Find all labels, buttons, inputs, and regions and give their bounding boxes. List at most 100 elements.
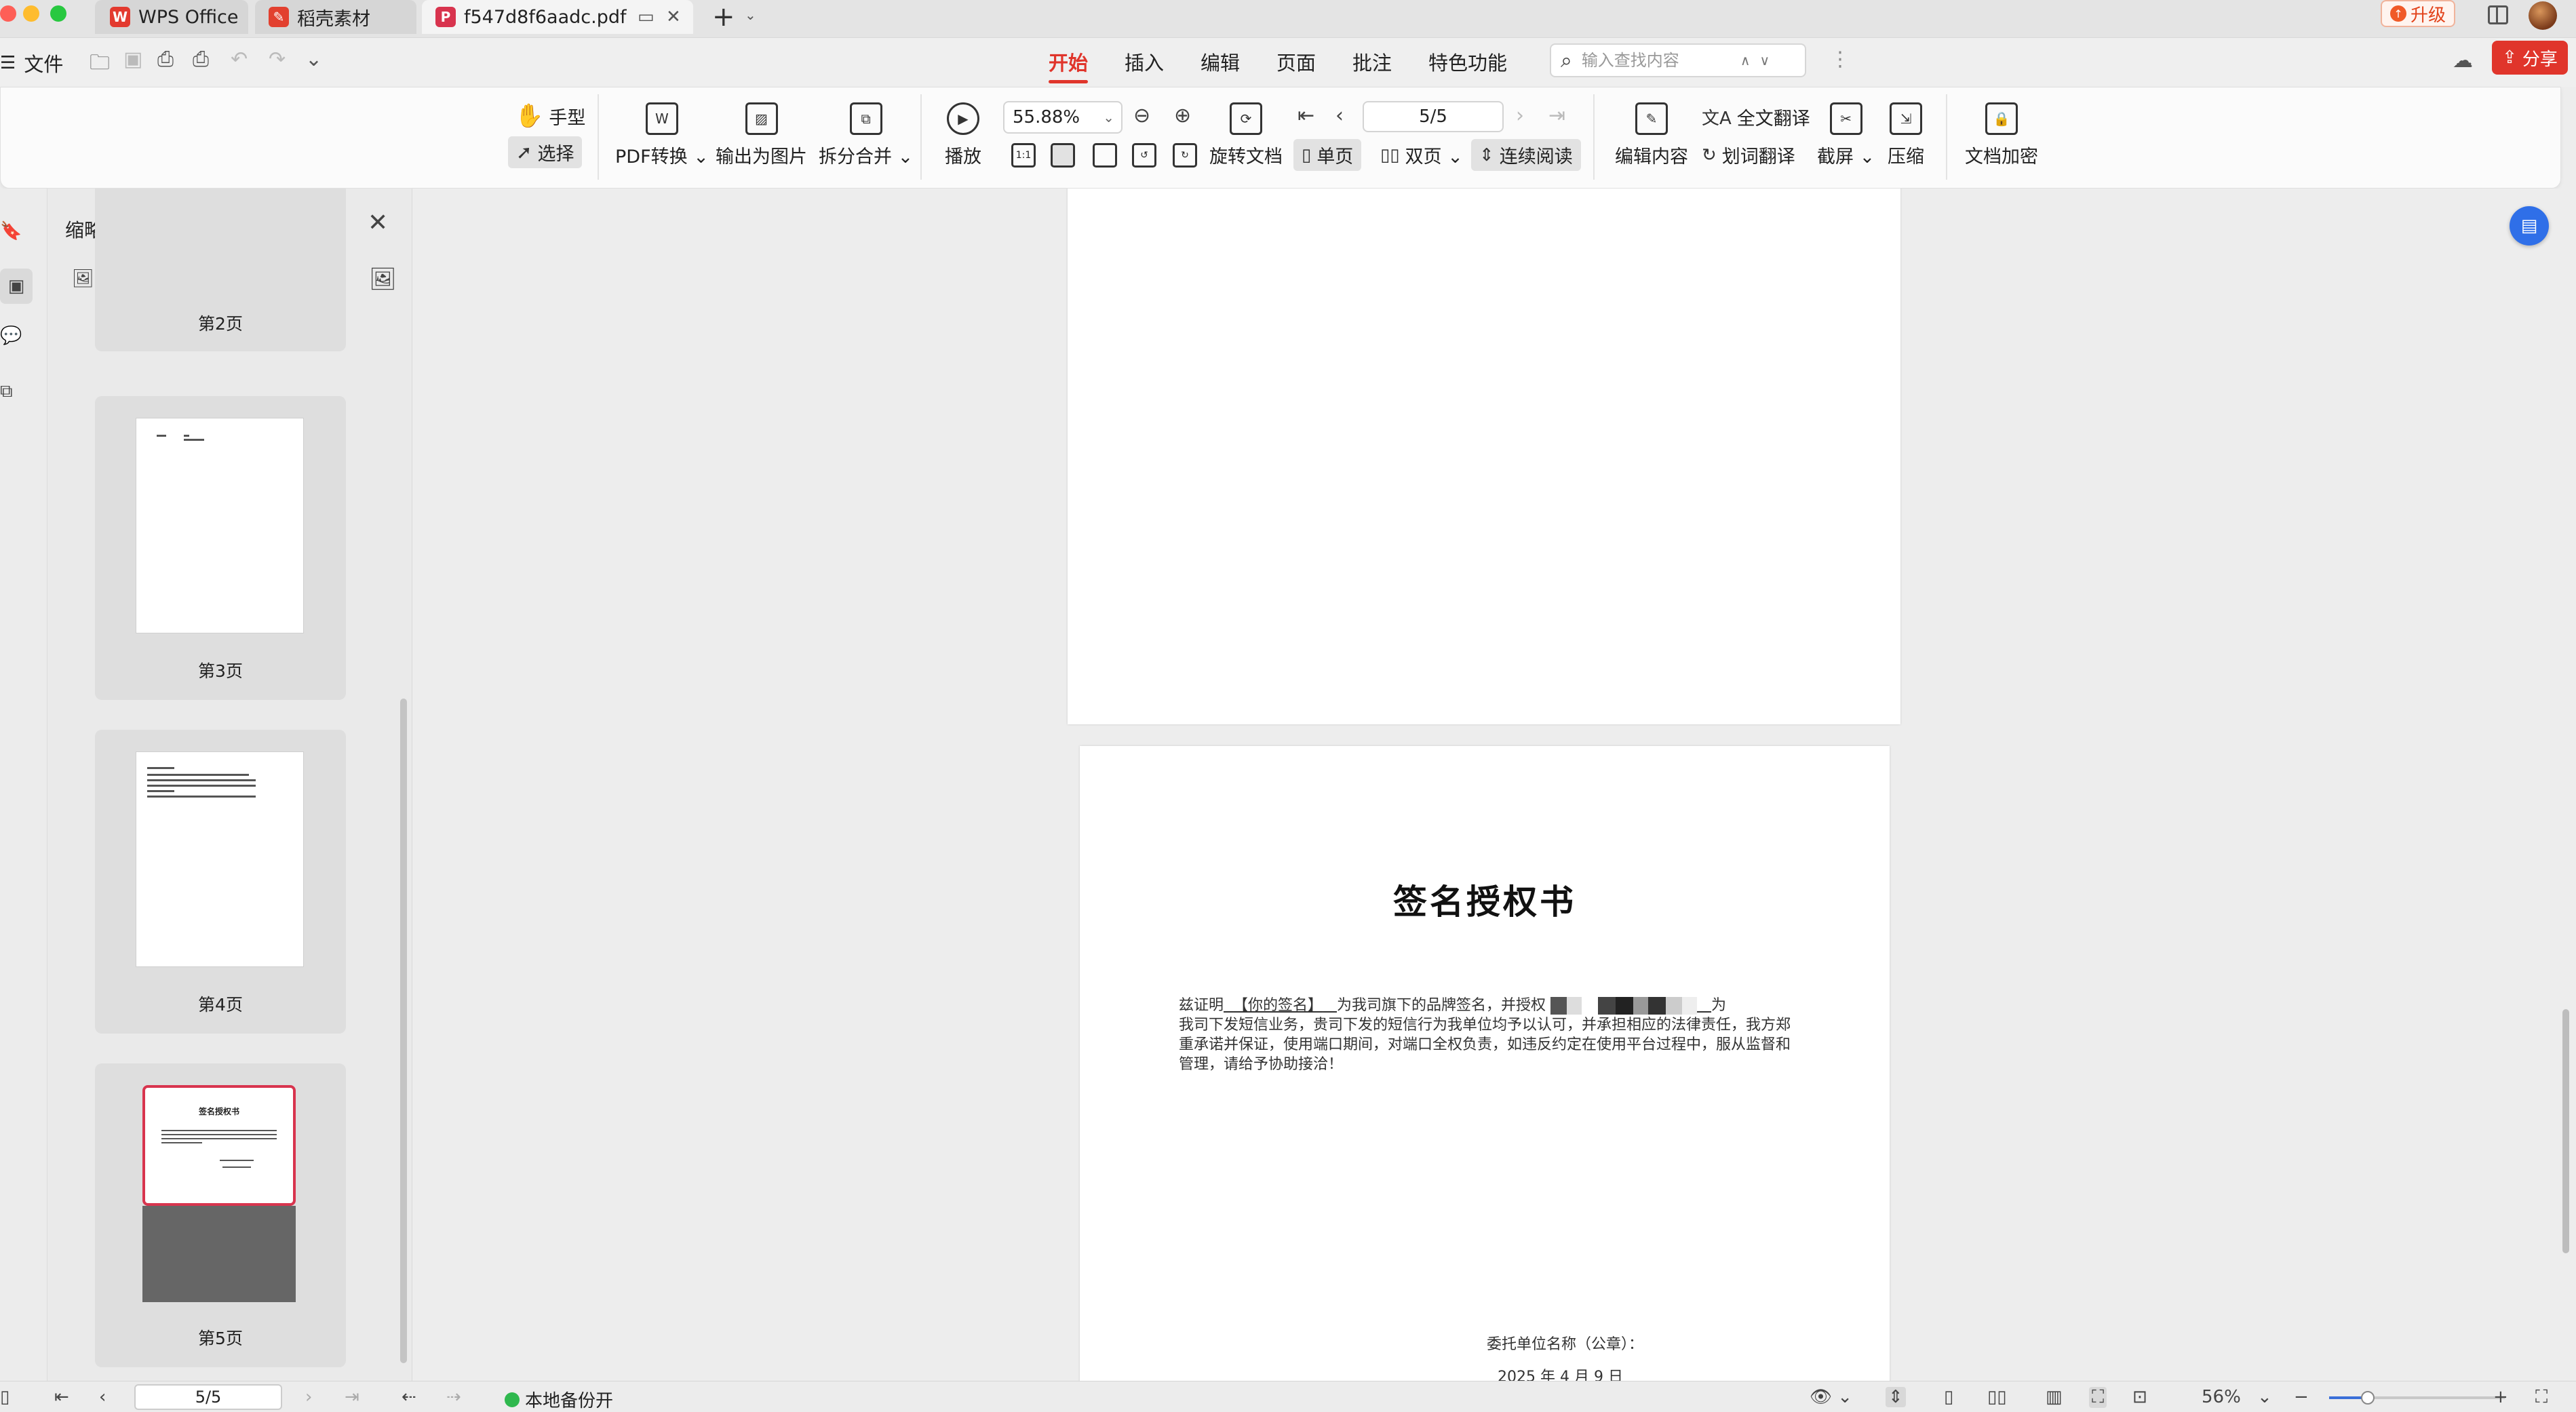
compress-button[interactable]: ⇲ 压缩: [1888, 102, 1924, 168]
prev-page-icon[interactable]: ‹: [99, 1387, 106, 1407]
comment-icon[interactable]: 💬: [0, 326, 22, 347]
tab-docer[interactable]: ✎ 稻壳素材: [255, 0, 416, 34]
chevron-down-icon[interactable]: ⌄: [745, 7, 756, 23]
floating-tool-button[interactable]: ▤: [2510, 206, 2549, 246]
tab-page[interactable]: 页面: [1276, 47, 1316, 76]
export-image-button[interactable]: ▨ 输出为图片: [716, 102, 807, 168]
search-input[interactable]: [1581, 51, 1731, 70]
document-viewport[interactable]: 签名授权书 兹证明 【你的签名】 为我司旗下的品牌签名，并授权 为 我司下发短信…: [412, 189, 2576, 1381]
status-zoom-value[interactable]: 56%: [2202, 1387, 2241, 1407]
thumbnail-page-2[interactable]: 第2页: [95, 189, 346, 351]
chevron-down-icon[interactable]: ⌄: [2257, 1387, 2272, 1407]
thumbnail-page-5[interactable]: 签名授权书 第5页: [95, 1063, 346, 1367]
attachment-icon[interactable]: ⧉: [0, 381, 20, 403]
tab-wps-office[interactable]: W WPS Office: [95, 0, 248, 34]
save-icon[interactable]: ▣: [123, 47, 142, 71]
zoom-window-button[interactable]: [50, 5, 66, 22]
first-page-icon[interactable]: ⇤: [1297, 104, 1314, 128]
open-folder-icon[interactable]: 🗀: [90, 47, 110, 82]
back-icon[interactable]: ⇠: [402, 1387, 416, 1407]
new-tab-button[interactable]: +: [712, 1, 735, 33]
document-scrollbar[interactable]: [2562, 1009, 2569, 1253]
status-page-input[interactable]: 5/5: [134, 1384, 282, 1410]
next-page-icon[interactable]: ›: [305, 1387, 312, 1407]
tab-pdf-document[interactable]: P f547d8f6aadc.pdf ▭ ✕: [422, 0, 693, 34]
split-merge-button[interactable]: ⧉ 拆分合并 ⌄: [819, 102, 913, 168]
chevron-down-icon[interactable]: ⌄: [305, 47, 322, 71]
fit-width-icon[interactable]: [1093, 143, 1117, 168]
fit-width-icon[interactable]: ⊡: [2132, 1387, 2147, 1407]
tab-edit[interactable]: 编辑: [1201, 47, 1240, 76]
redo-icon[interactable]: ↷: [269, 47, 286, 71]
file-menu[interactable]: ☰ 文件: [0, 49, 63, 77]
more-icon[interactable]: ⋮: [1830, 47, 1850, 71]
share-button[interactable]: ⇪ 分享: [2492, 41, 2568, 75]
next-page-icon[interactable]: ›: [1516, 104, 1524, 128]
rotate-document-button[interactable]: ⟳ 旋转文档: [1209, 102, 1283, 168]
thumbnail-page-3[interactable]: 第3页: [95, 396, 346, 700]
tab-comment[interactable]: 批注: [1352, 47, 1392, 76]
screenshot-button[interactable]: ✂ 截屏 ⌄: [1817, 102, 1875, 168]
tab-start[interactable]: 开始: [1049, 47, 1089, 83]
close-window-button[interactable]: [0, 5, 16, 22]
local-backup-status[interactable]: 本地备份开: [505, 1387, 613, 1412]
pdf-convert-button[interactable]: W PDF转换 ⌄: [615, 102, 709, 168]
last-page-icon[interactable]: ⇥: [1548, 104, 1565, 128]
play-button[interactable]: ▶ 播放: [945, 102, 981, 168]
avatar[interactable]: [2529, 1, 2557, 30]
tab-insert[interactable]: 插入: [1125, 47, 1164, 76]
eye-icon[interactable]: 👁 ⌄: [1810, 1387, 1852, 1407]
full-translate-button[interactable]: 文A 全文翻译: [1702, 104, 1810, 130]
hand-tool-button[interactable]: ✋ 手型: [515, 102, 585, 130]
forward-icon[interactable]: ⇢: [446, 1387, 461, 1407]
zoom-in-icon[interactable]: +: [2493, 1387, 2508, 1407]
zoom-select[interactable]: 55.88% ⌄: [1003, 101, 1123, 134]
fullscreen-icon[interactable]: ⛶: [2535, 1387, 2548, 1408]
single-view-icon[interactable]: ▯: [1944, 1387, 1953, 1407]
image-small-icon[interactable]: 🖼: [72, 269, 94, 289]
monitor-icon[interactable]: ▭: [638, 7, 655, 27]
zoom-slider-handle[interactable]: [2361, 1391, 2375, 1405]
fit-page-icon[interactable]: [1051, 143, 1075, 168]
rotate-left-icon[interactable]: ↺: [1132, 143, 1156, 168]
fit-page-icon[interactable]: ⛶: [2089, 1387, 2107, 1408]
first-page-icon[interactable]: ⇤: [54, 1387, 69, 1407]
actual-size-icon[interactable]: 1:1: [1011, 143, 1036, 168]
word-translate-button[interactable]: ↻ 划词翻译: [1702, 142, 1795, 168]
zoom-in-icon[interactable]: ⊕: [1174, 104, 1191, 128]
close-panel-icon[interactable]: ✕: [368, 209, 388, 237]
search-prev-icon[interactable]: ∧: [1740, 52, 1751, 68]
print-icon[interactable]: ⎙: [193, 47, 209, 71]
search-next-icon[interactable]: ∨: [1759, 52, 1770, 68]
select-tool-button[interactable]: ➚ 选择: [508, 136, 583, 168]
continuous-view-icon[interactable]: ⇕: [1886, 1387, 1906, 1407]
double-view-icon[interactable]: ▯▯: [1987, 1387, 2007, 1407]
image-large-icon[interactable]: 🖼: [369, 266, 397, 292]
rotate-right-icon[interactable]: ↻: [1173, 143, 1197, 168]
zoom-slider[interactable]: [2329, 1391, 2505, 1405]
zoom-out-icon[interactable]: −: [2294, 1387, 2309, 1407]
minimize-window-button[interactable]: [23, 5, 39, 22]
thumbnail-page-4[interactable]: 第4页: [95, 730, 346, 1034]
zoom-out-icon[interactable]: ⊖: [1133, 104, 1150, 128]
prev-page-icon[interactable]: ‹: [1335, 104, 1344, 128]
bookmark-icon[interactable]: 🔖: [0, 221, 22, 243]
thumbnail-scrollbar[interactable]: [400, 699, 407, 1363]
print-preview-icon[interactable]: ⎙: [157, 47, 174, 71]
upgrade-button[interactable]: ↑ 升级: [2381, 0, 2455, 27]
double-page-button[interactable]: ▯▯ 双页 ⌄: [1380, 142, 1463, 168]
close-tab-icon[interactable]: ✕: [666, 7, 681, 27]
encrypt-document-button[interactable]: 🔒 文档加密: [1965, 102, 2038, 168]
undo-icon[interactable]: ↶: [231, 47, 248, 71]
tab-features[interactable]: 特色功能: [1428, 47, 1507, 76]
cloud-sync-icon[interactable]: ☁: [2453, 49, 2473, 73]
continuous-read-button[interactable]: ⇕ 连续阅读: [1471, 139, 1581, 171]
edit-content-button[interactable]: ✎ 编辑内容: [1615, 102, 1688, 168]
thumbnail-icon[interactable]: ▣: [0, 269, 33, 304]
last-page-icon[interactable]: ⇥: [345, 1387, 359, 1407]
book-view-icon[interactable]: ▥: [2046, 1387, 2063, 1407]
window-layout-icon[interactable]: [2488, 5, 2508, 24]
toggle-sidebar-icon[interactable]: ▯: [0, 1387, 9, 1407]
single-page-button[interactable]: ▯ 单页: [1293, 139, 1362, 171]
page-number-input[interactable]: 5/5: [1363, 101, 1504, 132]
